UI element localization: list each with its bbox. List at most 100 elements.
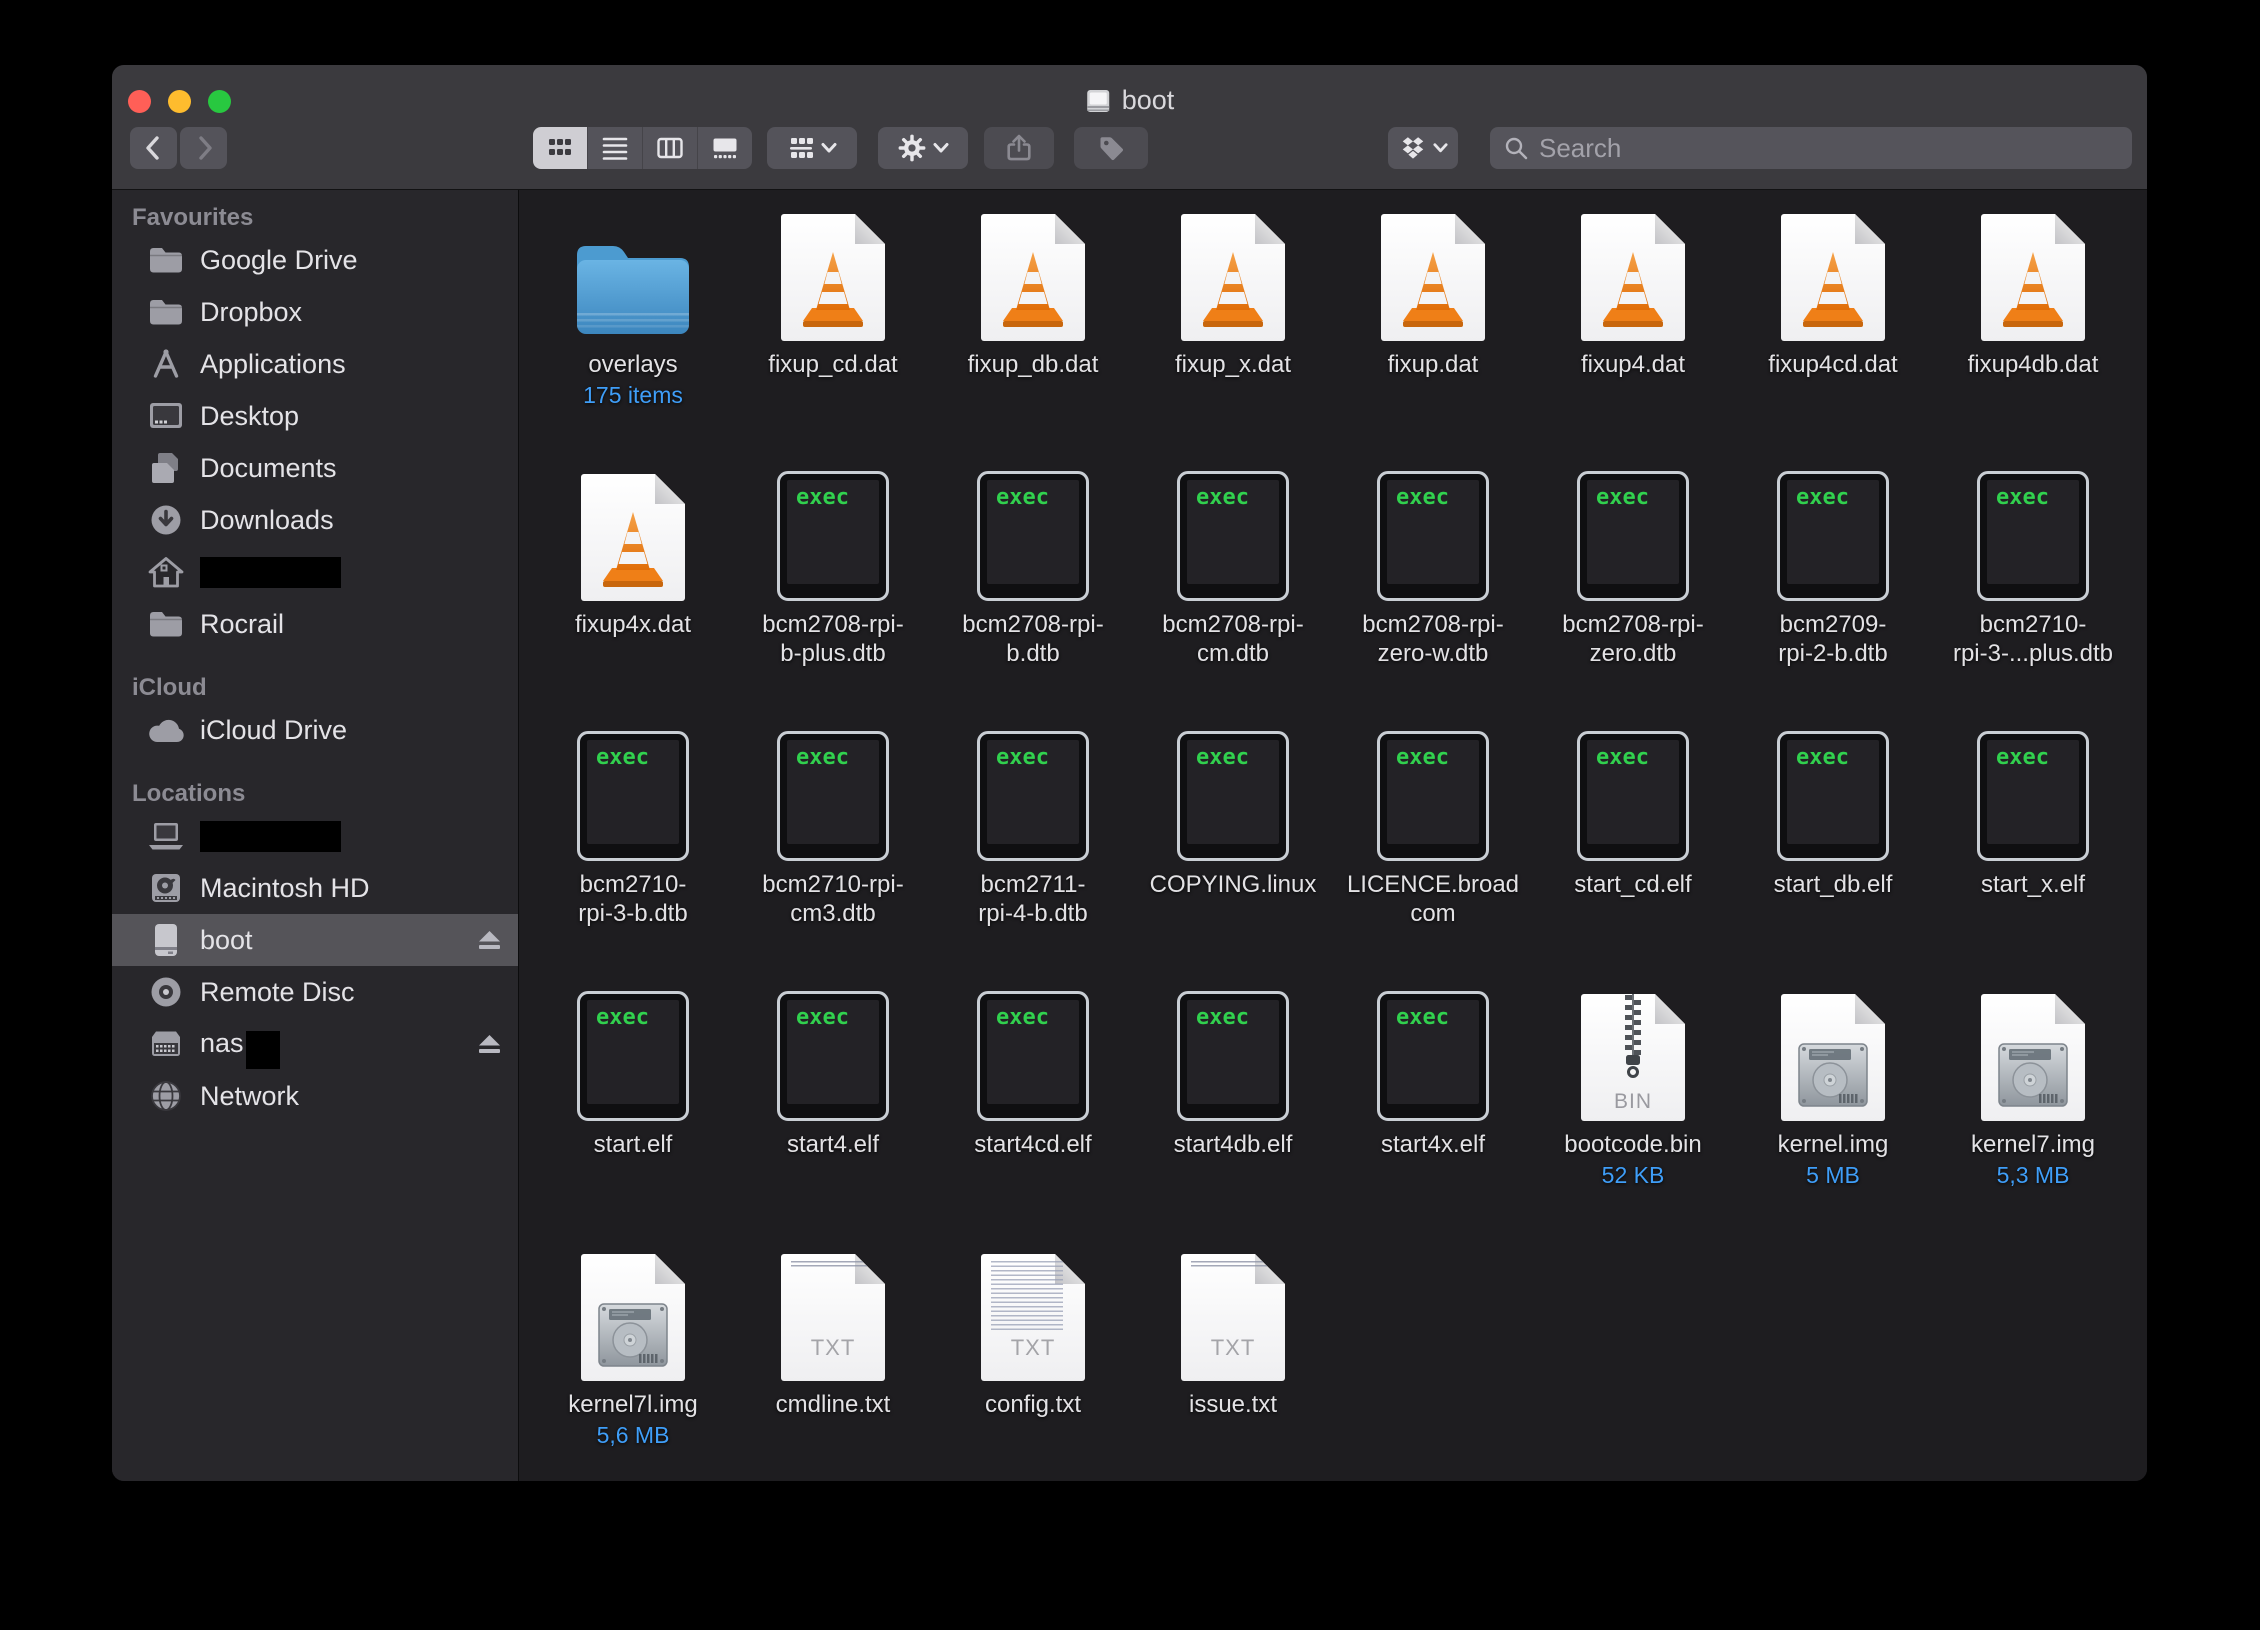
- file-item-fixup4db.dat[interactable]: fixup4db.dat: [1933, 208, 2133, 468]
- file-name: kernel.img: [1778, 1130, 1889, 1159]
- unix-executable-icon: exec: [1377, 731, 1489, 861]
- tag-icon: [1097, 134, 1125, 162]
- dropbox-menu-button[interactable]: [1388, 127, 1458, 169]
- file-name: fixup4cd.dat: [1768, 350, 1897, 379]
- icon-view-button[interactable]: [533, 127, 588, 169]
- sidebar-item-label: Documents: [200, 453, 337, 484]
- file-item-COPYING.linux[interactable]: exec COPYING.linux: [1133, 728, 1333, 988]
- close-button[interactable]: [128, 90, 151, 113]
- sidebar-item-desktop[interactable]: Desktop: [112, 390, 518, 442]
- sidebar-item-boot[interactable]: boot: [112, 914, 518, 966]
- file-item-fixup4.dat[interactable]: fixup4.dat: [1533, 208, 1733, 468]
- file-item-kernel.img[interactable]: kernel.img 5 MB: [1733, 988, 1933, 1248]
- share-button[interactable]: [984, 127, 1054, 169]
- sidebar-item-icloud-drive[interactable]: iCloud Drive: [112, 704, 518, 756]
- sidebar-item-redacted[interactable]: [112, 546, 518, 598]
- redaction-box: [200, 557, 341, 588]
- sidebar-section: Favourites Google Drive Dropbox Applicat…: [112, 202, 518, 650]
- file-icon: exec: [1377, 988, 1489, 1121]
- sidebar-item-remote-disc[interactable]: Remote Disc: [112, 966, 518, 1018]
- file-item-start_db.elf[interactable]: exec start_db.elf: [1733, 728, 1933, 988]
- forward-button[interactable]: [180, 127, 227, 169]
- file-item-bcm2708-rpi--zero-w.dtb[interactable]: exec bcm2708-rpi- zero-w.dtb: [1333, 468, 1533, 728]
- file-item-start4x.elf[interactable]: exec start4x.elf: [1333, 988, 1533, 1248]
- file-item-start.elf[interactable]: exec start.elf: [533, 988, 733, 1248]
- sidebar-item-documents[interactable]: Documents: [112, 442, 518, 494]
- search-input[interactable]: [1537, 132, 2101, 165]
- folder-icon: [148, 245, 184, 275]
- tag-button[interactable]: [1074, 127, 1148, 169]
- file-item-start4db.elf[interactable]: exec start4db.elf: [1133, 988, 1333, 1248]
- file-item-start4.elf[interactable]: exec start4.elf: [733, 988, 933, 1248]
- sidebar-item-applications[interactable]: Applications: [112, 338, 518, 390]
- text-document-icon: TXT: [981, 1254, 1085, 1381]
- minimize-button[interactable]: [168, 90, 191, 113]
- eject-button[interactable]: [476, 1032, 503, 1056]
- sidebar-item-network[interactable]: Network: [112, 1070, 518, 1122]
- file-item-bcm2711--rpi-4-b.dtb[interactable]: exec bcm2711- rpi-4-b.dtb: [933, 728, 1133, 988]
- file-name: bcm2709- rpi-2-b.dtb: [1778, 610, 1887, 668]
- sidebar-item-macintosh-hd[interactable]: Macintosh HD: [112, 862, 518, 914]
- file-name: start_x.elf: [1981, 870, 2085, 899]
- chevron-right-icon: [190, 134, 218, 162]
- file-item-bcm2708-rpi--b.dtb[interactable]: exec bcm2708-rpi- b.dtb: [933, 468, 1133, 728]
- column-view-button[interactable]: [643, 127, 698, 169]
- file-item-bcm2708-rpi--b-plus.dtb[interactable]: exec bcm2708-rpi- b-plus.dtb: [733, 468, 933, 728]
- vlc-document-icon: [1781, 214, 1885, 341]
- file-item-overlays[interactable]: overlays 175 items: [533, 208, 733, 468]
- file-item-bcm2710--rpi-3-...plus.dtb[interactable]: exec bcm2710- rpi-3-...plus.dtb: [1933, 468, 2133, 728]
- file-item-LICENCE.broad-com[interactable]: exec LICENCE.broad com: [1333, 728, 1533, 988]
- back-button[interactable]: [130, 127, 177, 169]
- list-view-button[interactable]: [588, 127, 643, 169]
- file-item-bcm2708-rpi--cm.dtb[interactable]: exec bcm2708-rpi- cm.dtb: [1133, 468, 1333, 728]
- sidebar-item-rocrail[interactable]: Rocrail: [112, 598, 518, 650]
- zoom-button[interactable]: [208, 90, 231, 113]
- file-item-start_x.elf[interactable]: exec start_x.elf: [1933, 728, 2133, 988]
- action-menu-button[interactable]: [878, 127, 968, 169]
- file-size: 52 KB: [1602, 1162, 1665, 1189]
- file-item-fixup_db.dat[interactable]: fixup_db.dat: [933, 208, 1133, 468]
- file-item-fixup_x.dat[interactable]: fixup_x.dat: [1133, 208, 1333, 468]
- sidebar-section: Locations Macintosh HD boot: [112, 778, 518, 1122]
- eject-button[interactable]: [476, 928, 503, 952]
- file-item-config.txt[interactable]: TXT config.txt: [933, 1248, 1133, 1481]
- unix-executable-icon: exec: [777, 991, 889, 1121]
- file-item-fixup.dat[interactable]: fixup.dat: [1333, 208, 1533, 468]
- unix-executable-icon: exec: [977, 731, 1089, 861]
- file-item-start_cd.elf[interactable]: exec start_cd.elf: [1533, 728, 1733, 988]
- exec-label: exec: [987, 480, 1079, 510]
- file-item-bcm2709--rpi-2-b.dtb[interactable]: exec bcm2709- rpi-2-b.dtb: [1733, 468, 1933, 728]
- file-item-issue.txt[interactable]: TXT issue.txt: [1133, 1248, 1333, 1481]
- file-item-kernel7.img[interactable]: kernel7.img 5,3 MB: [1933, 988, 2133, 1248]
- file-item-start4cd.elf[interactable]: exec start4cd.elf: [933, 988, 1133, 1248]
- search-icon: [1503, 135, 1529, 161]
- text-preview-lines: [791, 1261, 867, 1268]
- sidebar-item-downloads[interactable]: Downloads: [112, 494, 518, 546]
- sidebar-item-label: Network: [200, 1081, 299, 1112]
- file-item-cmdline.txt[interactable]: TXT cmdline.txt: [733, 1248, 933, 1481]
- file-item-fixup4x.dat[interactable]: fixup4x.dat: [533, 468, 733, 728]
- file-item-bcm2708-rpi--zero.dtb[interactable]: exec bcm2708-rpi- zero.dtb: [1533, 468, 1733, 728]
- file-item-fixup_cd.dat[interactable]: fixup_cd.dat: [733, 208, 933, 468]
- search-field[interactable]: [1490, 127, 2132, 169]
- exec-label: exec: [987, 1000, 1079, 1030]
- file-item-fixup4cd.dat[interactable]: fixup4cd.dat: [1733, 208, 1933, 468]
- file-item-bootcode.bin[interactable]: BIN bootcode.bin 52 KB: [1533, 988, 1733, 1248]
- file-item-bcm2710-rpi--cm3.dtb[interactable]: exec bcm2710-rpi- cm3.dtb: [733, 728, 933, 988]
- file-icon: [1981, 208, 2085, 341]
- file-name: bcm2708-rpi- b.dtb: [962, 610, 1103, 668]
- file-icon: [1781, 208, 1885, 341]
- sidebar-item-google-drive[interactable]: Google Drive: [112, 234, 518, 286]
- sidebar-item-label: Google Drive: [200, 245, 358, 276]
- sidebar-item-dropbox[interactable]: Dropbox: [112, 286, 518, 338]
- group-by-button[interactable]: [767, 127, 857, 169]
- sidebar-item-redacted[interactable]: [112, 810, 518, 862]
- sidebar-item-nas[interactable]: nas: [112, 1018, 518, 1070]
- file-icon: TXT: [1181, 1248, 1285, 1381]
- unix-executable-icon: exec: [577, 731, 689, 861]
- file-item-bcm2710--rpi-3-b.dtb[interactable]: exec bcm2710- rpi-3-b.dtb: [533, 728, 733, 988]
- file-item-kernel7l.img[interactable]: kernel7l.img 5,6 MB: [533, 1248, 733, 1481]
- sidebar-section-header: Locations: [112, 778, 518, 810]
- gallery-view-button[interactable]: [698, 127, 752, 169]
- file-name: start_db.elf: [1774, 870, 1893, 899]
